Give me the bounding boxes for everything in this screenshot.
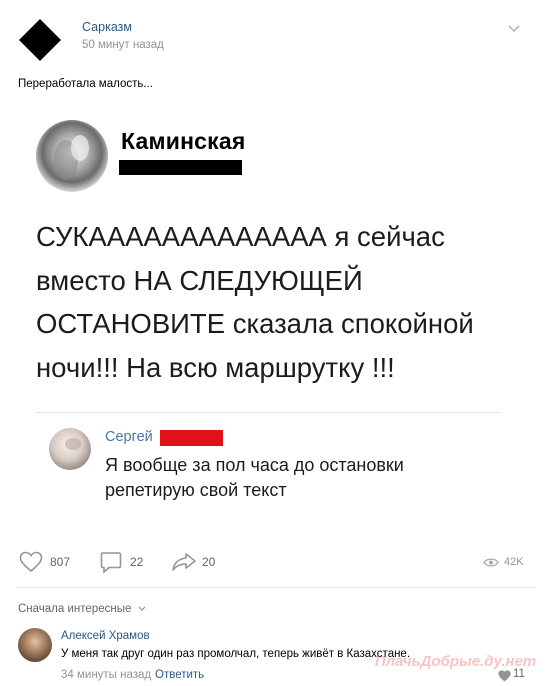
heart-icon[interactable] bbox=[498, 670, 511, 682]
comments-divider bbox=[16, 587, 536, 588]
group-name[interactable]: Сарказм bbox=[82, 20, 132, 34]
post-text: Переработала малость... bbox=[18, 78, 153, 90]
post-time[interactable]: 50 минут назад bbox=[82, 39, 164, 51]
sort-label: Сначала интересные bbox=[18, 603, 132, 615]
reply-line: Я вообще за пол часа до остановки bbox=[105, 455, 404, 475]
share-arrow-icon[interactable] bbox=[171, 552, 197, 572]
reply-button[interactable]: Ответить bbox=[155, 669, 204, 681]
censor-bar-black bbox=[119, 160, 242, 175]
reply-author-name: Сергей bbox=[105, 429, 153, 445]
comment-bubble-icon[interactable] bbox=[100, 551, 122, 575]
likes-count[interactable]: 807 bbox=[50, 555, 70, 569]
comment-text: У меня так друг один раз промолчал, тепе… bbox=[61, 648, 411, 660]
censor-bar-red bbox=[160, 430, 223, 446]
tweet-line: вместо НА СЛЕДУЮЩЕЙ bbox=[36, 264, 363, 296]
tweet-line: ночи!!! На всю маршрутку !!! bbox=[36, 351, 395, 383]
heart-icon[interactable] bbox=[19, 551, 43, 573]
tweet-line: СУКААААААААААААА я сейчас bbox=[36, 221, 445, 252]
commenter-avatar[interactable] bbox=[18, 628, 52, 662]
comment-time[interactable]: 34 минуты назад bbox=[61, 669, 151, 681]
shares-count[interactable]: 20 bbox=[202, 555, 215, 569]
card-author-name: Каминская bbox=[121, 128, 246, 154]
views-count: 42K bbox=[504, 556, 524, 568]
reply-text: Я вообще за пол часа до остановки репети… bbox=[105, 453, 505, 503]
chevron-down-icon[interactable] bbox=[507, 24, 521, 34]
kaminskaya-avatar bbox=[36, 120, 108, 192]
chevron-down-icon bbox=[138, 606, 145, 611]
tweet-line: ОСТАНОВИТЕ сказала спокойной bbox=[36, 308, 474, 339]
card-divider bbox=[35, 412, 502, 413]
comments-sort[interactable]: Сначала интересные bbox=[18, 603, 146, 615]
comment-likes-count[interactable]: 11 bbox=[513, 668, 525, 680]
group-avatar[interactable] bbox=[19, 19, 61, 61]
eye-icon bbox=[483, 558, 499, 567]
comments-count[interactable]: 22 bbox=[130, 555, 143, 569]
sergey-avatar bbox=[49, 428, 91, 470]
comment-author[interactable]: Алексей Храмов bbox=[61, 630, 150, 642]
reply-line: репетирую свой текст bbox=[105, 480, 287, 500]
tweet-text: СУКААААААААААААА я сейчас вместо НА СЛЕД… bbox=[36, 215, 506, 389]
